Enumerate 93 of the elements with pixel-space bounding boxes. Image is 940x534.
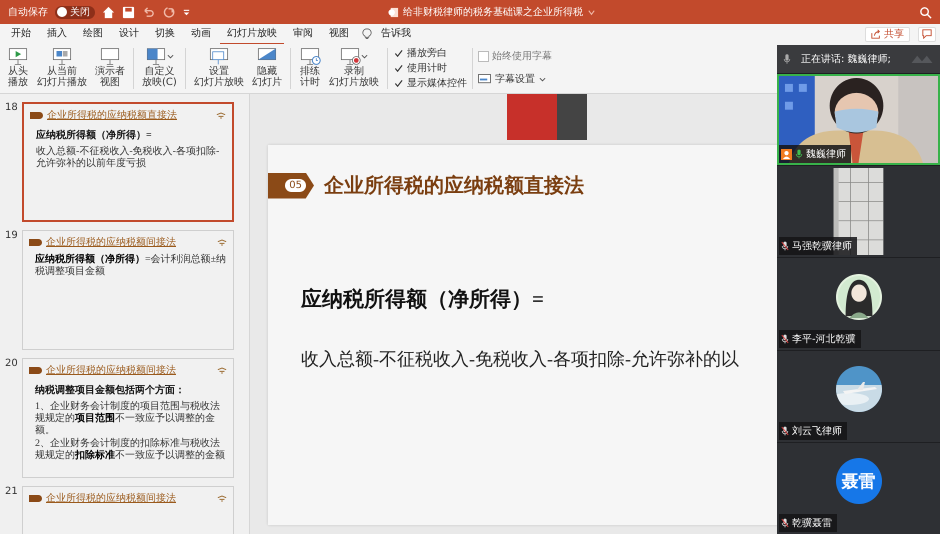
slideshow-screen-icon xyxy=(99,46,121,66)
slideshow-screen-icon xyxy=(7,46,29,66)
ribbon-tab[interactable]: 插入 xyxy=(40,24,74,44)
customize-caret-icon[interactable] xyxy=(182,8,191,16)
ribbon-tab[interactable]: 绘图 xyxy=(76,24,110,44)
window-title: 给非财税律师的税务基础课之企业所得税 xyxy=(403,6,583,19)
autosave-label: 自动保存 xyxy=(8,6,48,19)
slide-heading: 应纳税所得额（净所得）= xyxy=(36,128,153,142)
redo-icon[interactable] xyxy=(162,6,175,18)
speaker-status: 正在讲话: 魏巍律师; xyxy=(801,52,891,66)
caret-icon xyxy=(361,52,368,60)
ribbon-tab[interactable]: 动画 xyxy=(184,24,218,44)
slide-heading: 应纳税所得额（净所得）= xyxy=(301,286,544,313)
slide-title: 企业所得税的应纳税额间接法 xyxy=(46,492,177,505)
slide-thumbnail[interactable]: 企业所得税的应纳税额间接法 xyxy=(22,486,234,534)
slide-number: 18 xyxy=(5,102,18,113)
save-icon[interactable] xyxy=(122,6,135,18)
captions-checkbox[interactable]: 始终使用字幕 xyxy=(478,50,552,63)
slideshow-screen-icon xyxy=(208,46,230,66)
badge-icon xyxy=(29,238,42,246)
caret-icon xyxy=(538,76,546,83)
autosave-toggle[interactable]: 关闭 xyxy=(55,6,95,18)
comments-button[interactable] xyxy=(918,26,936,42)
slideshow-screen-icon xyxy=(144,46,167,66)
emblem-icon xyxy=(217,494,227,502)
caret-icon xyxy=(166,52,174,60)
ribbon-tab[interactable]: 开始 xyxy=(4,24,38,44)
ribbon-button[interactable]: 从头 播放 xyxy=(4,46,32,91)
emblem-icon xyxy=(217,238,227,246)
slide-thumbnail[interactable]: 企业所得税的应纳税额间接法 应纳税所得额（净所得）=会计利润总额±纳税调整项目金额 xyxy=(22,230,234,350)
slide-heading: 纳税调整项目金额包括两个方面： xyxy=(35,383,186,397)
comment-icon xyxy=(922,29,932,39)
slide-thumbnail[interactable]: 企业所得税的应纳税额间接法 纳税调整项目金额包括两个方面： 1、企业财务会计制度的项目范围与税收法规规定的项目范围不一致应予以调整的金额。 2、企业财务会计制度的扣除标准与税收法规规定的扣除标准不一致应予以调整的金额 xyxy=(22,358,234,478)
share-button[interactable]: 共享 xyxy=(865,26,910,42)
ribbon-button[interactable]: 自定义 放映(C) xyxy=(139,46,180,91)
slide-thumbnail[interactable]: 企业所得税的应纳税额直接法 应纳税所得额（净所得）= 收入总额-不征税收入-免税收入-各项扣除-允许弥补的以前年度亏损 xyxy=(22,102,234,222)
ribbon-checkbox[interactable]: 显示媒体控件 xyxy=(392,78,467,90)
badge-icon xyxy=(29,494,42,502)
slide-text: 2、企业财务会计制度的扣除标准与税收法规规定的扣除标准不一致应予以调整的金额 xyxy=(35,438,226,462)
slideshow-screen-icon xyxy=(339,46,362,66)
ribbon-button[interactable]: 录制 幻灯片放映 xyxy=(326,46,382,91)
participant-name: 马强乾骥律师 xyxy=(792,240,852,254)
undo-icon[interactable] xyxy=(142,6,155,18)
video-tile[interactable]: 魏巍律师 xyxy=(777,74,940,166)
badge-icon xyxy=(30,112,43,118)
caret-icon[interactable] xyxy=(587,8,596,16)
ribbon-checkbox[interactable]: 播放旁白 xyxy=(392,48,467,60)
slideshow-screen-icon xyxy=(51,46,73,66)
slide-number: 19 xyxy=(5,230,18,241)
participant-name: 李平-河北乾骥 xyxy=(792,332,856,346)
slide-text: 收入总额-不征税收入-免税收入-各项扣除-允许弥补的以前年度亏损 xyxy=(36,146,220,170)
ribbon-button[interactable]: 隐藏 幻灯片 xyxy=(248,46,285,91)
slide-text: 1、企业财务会计制度的项目范围与税收法规规定的项目范围不一致应予以调整的金额。 xyxy=(35,401,221,437)
emblem-icon xyxy=(217,366,227,374)
search-icon[interactable] xyxy=(919,6,932,18)
ribbon-tab[interactable]: 设计 xyxy=(112,24,146,44)
captions-icon xyxy=(478,74,491,85)
initials-avatar: 聂雷 xyxy=(836,458,882,504)
microphone-icon[interactable] xyxy=(783,53,791,65)
ribbon-tab[interactable]: 切换 xyxy=(148,24,182,44)
slide-number: 20 xyxy=(5,358,18,369)
slide-text: 收入总额-不征税收入-免税收入-各项扣除-允许弥补的以 xyxy=(301,348,739,371)
home-icon[interactable] xyxy=(102,6,115,18)
share-icon xyxy=(871,29,881,39)
logo-icon xyxy=(910,53,934,65)
emblem-icon xyxy=(216,110,226,120)
video-tile[interactable]: 李平-河北乾骥 xyxy=(777,258,940,350)
ribbon-button[interactable]: 设置 幻灯片放映 xyxy=(190,46,247,91)
lightbulb-icon xyxy=(362,28,372,40)
document-icon xyxy=(388,6,399,18)
ribbon-button[interactable]: 排练 计时 xyxy=(296,46,324,91)
participant-name: 魏巍律师 xyxy=(806,148,846,162)
video-tile[interactable]: 聂雷 乾骥聂雷 xyxy=(777,442,940,534)
slide-title: 企业所得税的应纳税额直接法 xyxy=(47,108,178,122)
slide-number: 21 xyxy=(5,486,18,497)
slide-title: 企业所得税的应纳税额间接法 xyxy=(46,364,177,377)
video-tile[interactable]: 马强乾骥律师 xyxy=(777,166,940,258)
participant-name: 乾骥聂雷 xyxy=(792,516,832,530)
slide-text: 应纳税所得额（净所得）=会计利润总额±纳税调整项目金额 xyxy=(35,254,227,278)
slide-title: 企业所得税的应纳税额间接法 xyxy=(46,236,177,249)
ribbon-checkbox[interactable]: 使用计时 xyxy=(392,62,467,74)
ribbon-button[interactable]: 从当前 幻灯片播放 xyxy=(34,46,90,91)
badge-icon xyxy=(29,366,42,374)
slideshow-screen-icon xyxy=(298,46,321,66)
ribbon-button[interactable]: 演示者 视图 xyxy=(92,46,128,91)
participant-name: 刘云飞律师 xyxy=(792,424,842,438)
video-tile[interactable]: 刘云飞律师 xyxy=(777,350,940,442)
section-badge: 05 xyxy=(268,172,314,198)
tell-me-search[interactable]: 告诉我 xyxy=(374,24,418,44)
slide-title: 企业所得税的应纳税额直接法 xyxy=(324,172,584,199)
ribbon-tab[interactable]: 视图 xyxy=(322,24,356,44)
caption-settings-button[interactable]: 字幕设置 xyxy=(478,72,552,86)
ribbon-tab[interactable]: 审阅 xyxy=(286,24,320,44)
